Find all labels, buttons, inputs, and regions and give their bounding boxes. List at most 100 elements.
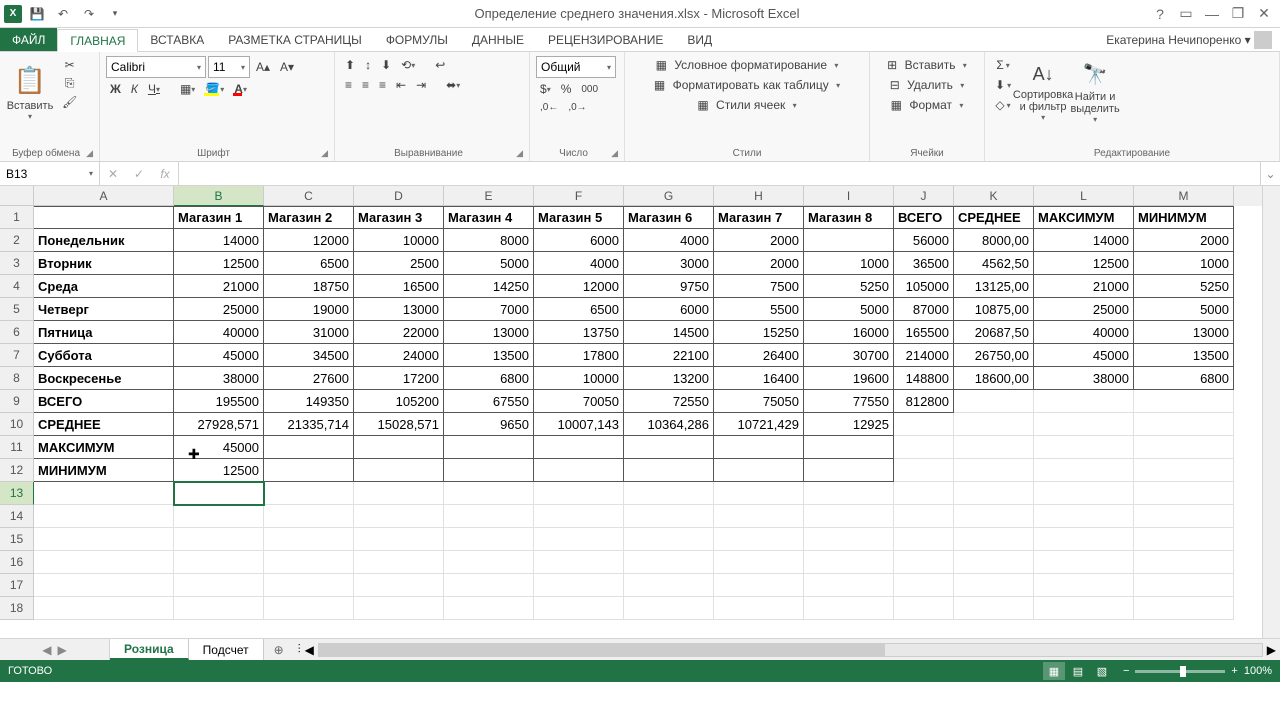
cell[interactable]: 13500 bbox=[444, 344, 534, 367]
cell[interactable] bbox=[444, 597, 534, 620]
row-header[interactable]: 11 bbox=[0, 436, 34, 459]
align-center-button[interactable]: ≡ bbox=[358, 76, 373, 94]
cell[interactable] bbox=[624, 482, 714, 505]
decrease-indent-button[interactable]: ⇤ bbox=[392, 76, 410, 94]
cell[interactable]: 24000 bbox=[354, 344, 444, 367]
cell[interactable]: 21000 bbox=[1034, 275, 1134, 298]
dialog-launcher-icon[interactable]: ◢ bbox=[321, 148, 328, 159]
cell[interactable] bbox=[34, 551, 174, 574]
dialog-launcher-icon[interactable]: ◢ bbox=[516, 148, 523, 159]
row-header[interactable]: 3 bbox=[0, 252, 34, 275]
expand-formula-bar-button[interactable]: ⌄ bbox=[1260, 162, 1280, 185]
cell[interactable] bbox=[534, 436, 624, 459]
cell[interactable] bbox=[714, 482, 804, 505]
cell[interactable] bbox=[34, 206, 174, 229]
col-header[interactable]: K bbox=[954, 186, 1034, 206]
sheet-nav-prev-icon[interactable]: ◀ bbox=[42, 643, 51, 657]
cell[interactable] bbox=[264, 551, 354, 574]
font-color-button[interactable]: A▾ bbox=[230, 80, 251, 98]
cell[interactable]: 25000 bbox=[174, 298, 264, 321]
cell[interactable] bbox=[894, 528, 954, 551]
cell[interactable]: 812800 bbox=[894, 390, 954, 413]
cell[interactable]: 6000 bbox=[534, 229, 624, 252]
cell[interactable]: Магазин 6 bbox=[624, 206, 714, 229]
help-icon[interactable]: ? bbox=[1148, 3, 1172, 25]
spreadsheet-grid[interactable]: ABCDEFGHIJKLM ✚ 1Магазин 1Магазин 2Магаз… bbox=[0, 186, 1262, 638]
cell[interactable]: Магазин 2 bbox=[264, 206, 354, 229]
cell[interactable]: 13000 bbox=[444, 321, 534, 344]
cell[interactable]: 38000 bbox=[174, 367, 264, 390]
cell[interactable]: 20687,50 bbox=[954, 321, 1034, 344]
cell[interactable] bbox=[1134, 597, 1234, 620]
align-left-button[interactable]: ≡ bbox=[341, 76, 356, 94]
cell[interactable] bbox=[624, 505, 714, 528]
cell[interactable]: 1000 bbox=[804, 252, 894, 275]
cell[interactable]: 3000 bbox=[624, 252, 714, 275]
increase-indent-button[interactable]: ⇥ bbox=[412, 76, 430, 94]
cell[interactable]: Пятница bbox=[34, 321, 174, 344]
bold-button[interactable]: Ж bbox=[106, 80, 125, 98]
row-header[interactable]: 17 bbox=[0, 574, 34, 597]
cell[interactable]: 8000 bbox=[444, 229, 534, 252]
cell[interactable] bbox=[534, 459, 624, 482]
grow-font-button[interactable]: A▴ bbox=[252, 58, 274, 76]
cell[interactable]: Четверг bbox=[34, 298, 174, 321]
cell[interactable]: 148800 bbox=[894, 367, 954, 390]
cell[interactable]: 105200 bbox=[354, 390, 444, 413]
cell[interactable]: Магазин 3 bbox=[354, 206, 444, 229]
cell[interactable] bbox=[534, 505, 624, 528]
increase-decimal-button[interactable]: ,0← bbox=[536, 100, 562, 115]
cell[interactable] bbox=[714, 597, 804, 620]
cell[interactable]: 22100 bbox=[624, 344, 714, 367]
cell[interactable]: 13200 bbox=[624, 367, 714, 390]
cell[interactable]: 10721,429 bbox=[714, 413, 804, 436]
col-header[interactable]: H bbox=[714, 186, 804, 206]
cell[interactable]: Магазин 5 bbox=[534, 206, 624, 229]
cell[interactable] bbox=[174, 528, 264, 551]
cell[interactable]: 40000 bbox=[174, 321, 264, 344]
row-header[interactable]: 9 bbox=[0, 390, 34, 413]
cell[interactable] bbox=[714, 574, 804, 597]
underline-button[interactable]: Ч▾ bbox=[144, 80, 164, 98]
cell[interactable] bbox=[354, 436, 444, 459]
cell[interactable]: Магазин 1 bbox=[174, 206, 264, 229]
cell[interactable]: 30700 bbox=[804, 344, 894, 367]
cell[interactable] bbox=[1034, 459, 1134, 482]
cell[interactable] bbox=[954, 413, 1034, 436]
cell[interactable]: 26400 bbox=[714, 344, 804, 367]
cell[interactable] bbox=[894, 482, 954, 505]
redo-icon[interactable]: ↷ bbox=[78, 3, 100, 25]
paste-button[interactable]: 📋 Вставить ▾ bbox=[6, 56, 54, 130]
cell[interactable] bbox=[174, 482, 264, 505]
cell[interactable]: 21000 bbox=[174, 275, 264, 298]
cell[interactable]: 36500 bbox=[894, 252, 954, 275]
cell[interactable]: 4000 bbox=[534, 252, 624, 275]
cell[interactable] bbox=[1134, 528, 1234, 551]
formula-input[interactable] bbox=[179, 162, 1260, 185]
italic-button[interactable]: К bbox=[127, 80, 142, 98]
align-right-button[interactable]: ≡ bbox=[375, 76, 390, 94]
col-header[interactable]: J bbox=[894, 186, 954, 206]
cell[interactable]: 72550 bbox=[624, 390, 714, 413]
cell[interactable] bbox=[534, 528, 624, 551]
vertical-scrollbar[interactable] bbox=[1262, 186, 1280, 638]
row-header[interactable]: 4 bbox=[0, 275, 34, 298]
col-header[interactable]: B bbox=[174, 186, 264, 206]
cell[interactable]: 2000 bbox=[714, 252, 804, 275]
cell[interactable]: 56000 bbox=[894, 229, 954, 252]
cell[interactable]: Магазин 8 bbox=[804, 206, 894, 229]
cell[interactable] bbox=[894, 574, 954, 597]
minimize-icon[interactable]: — bbox=[1200, 3, 1224, 25]
shrink-font-button[interactable]: A▾ bbox=[276, 58, 298, 76]
zoom-slider[interactable] bbox=[1135, 670, 1225, 673]
cell[interactable] bbox=[264, 505, 354, 528]
cell[interactable] bbox=[804, 459, 894, 482]
cell[interactable]: 19000 bbox=[264, 298, 354, 321]
cell[interactable] bbox=[714, 528, 804, 551]
cell[interactable]: 9750 bbox=[624, 275, 714, 298]
accounting-button[interactable]: $▾ bbox=[536, 80, 555, 98]
number-format-select[interactable]: Общий▾ bbox=[536, 56, 616, 78]
cell[interactable]: 18600,00 bbox=[954, 367, 1034, 390]
cell[interactable]: 12000 bbox=[264, 229, 354, 252]
row-header[interactable]: 6 bbox=[0, 321, 34, 344]
